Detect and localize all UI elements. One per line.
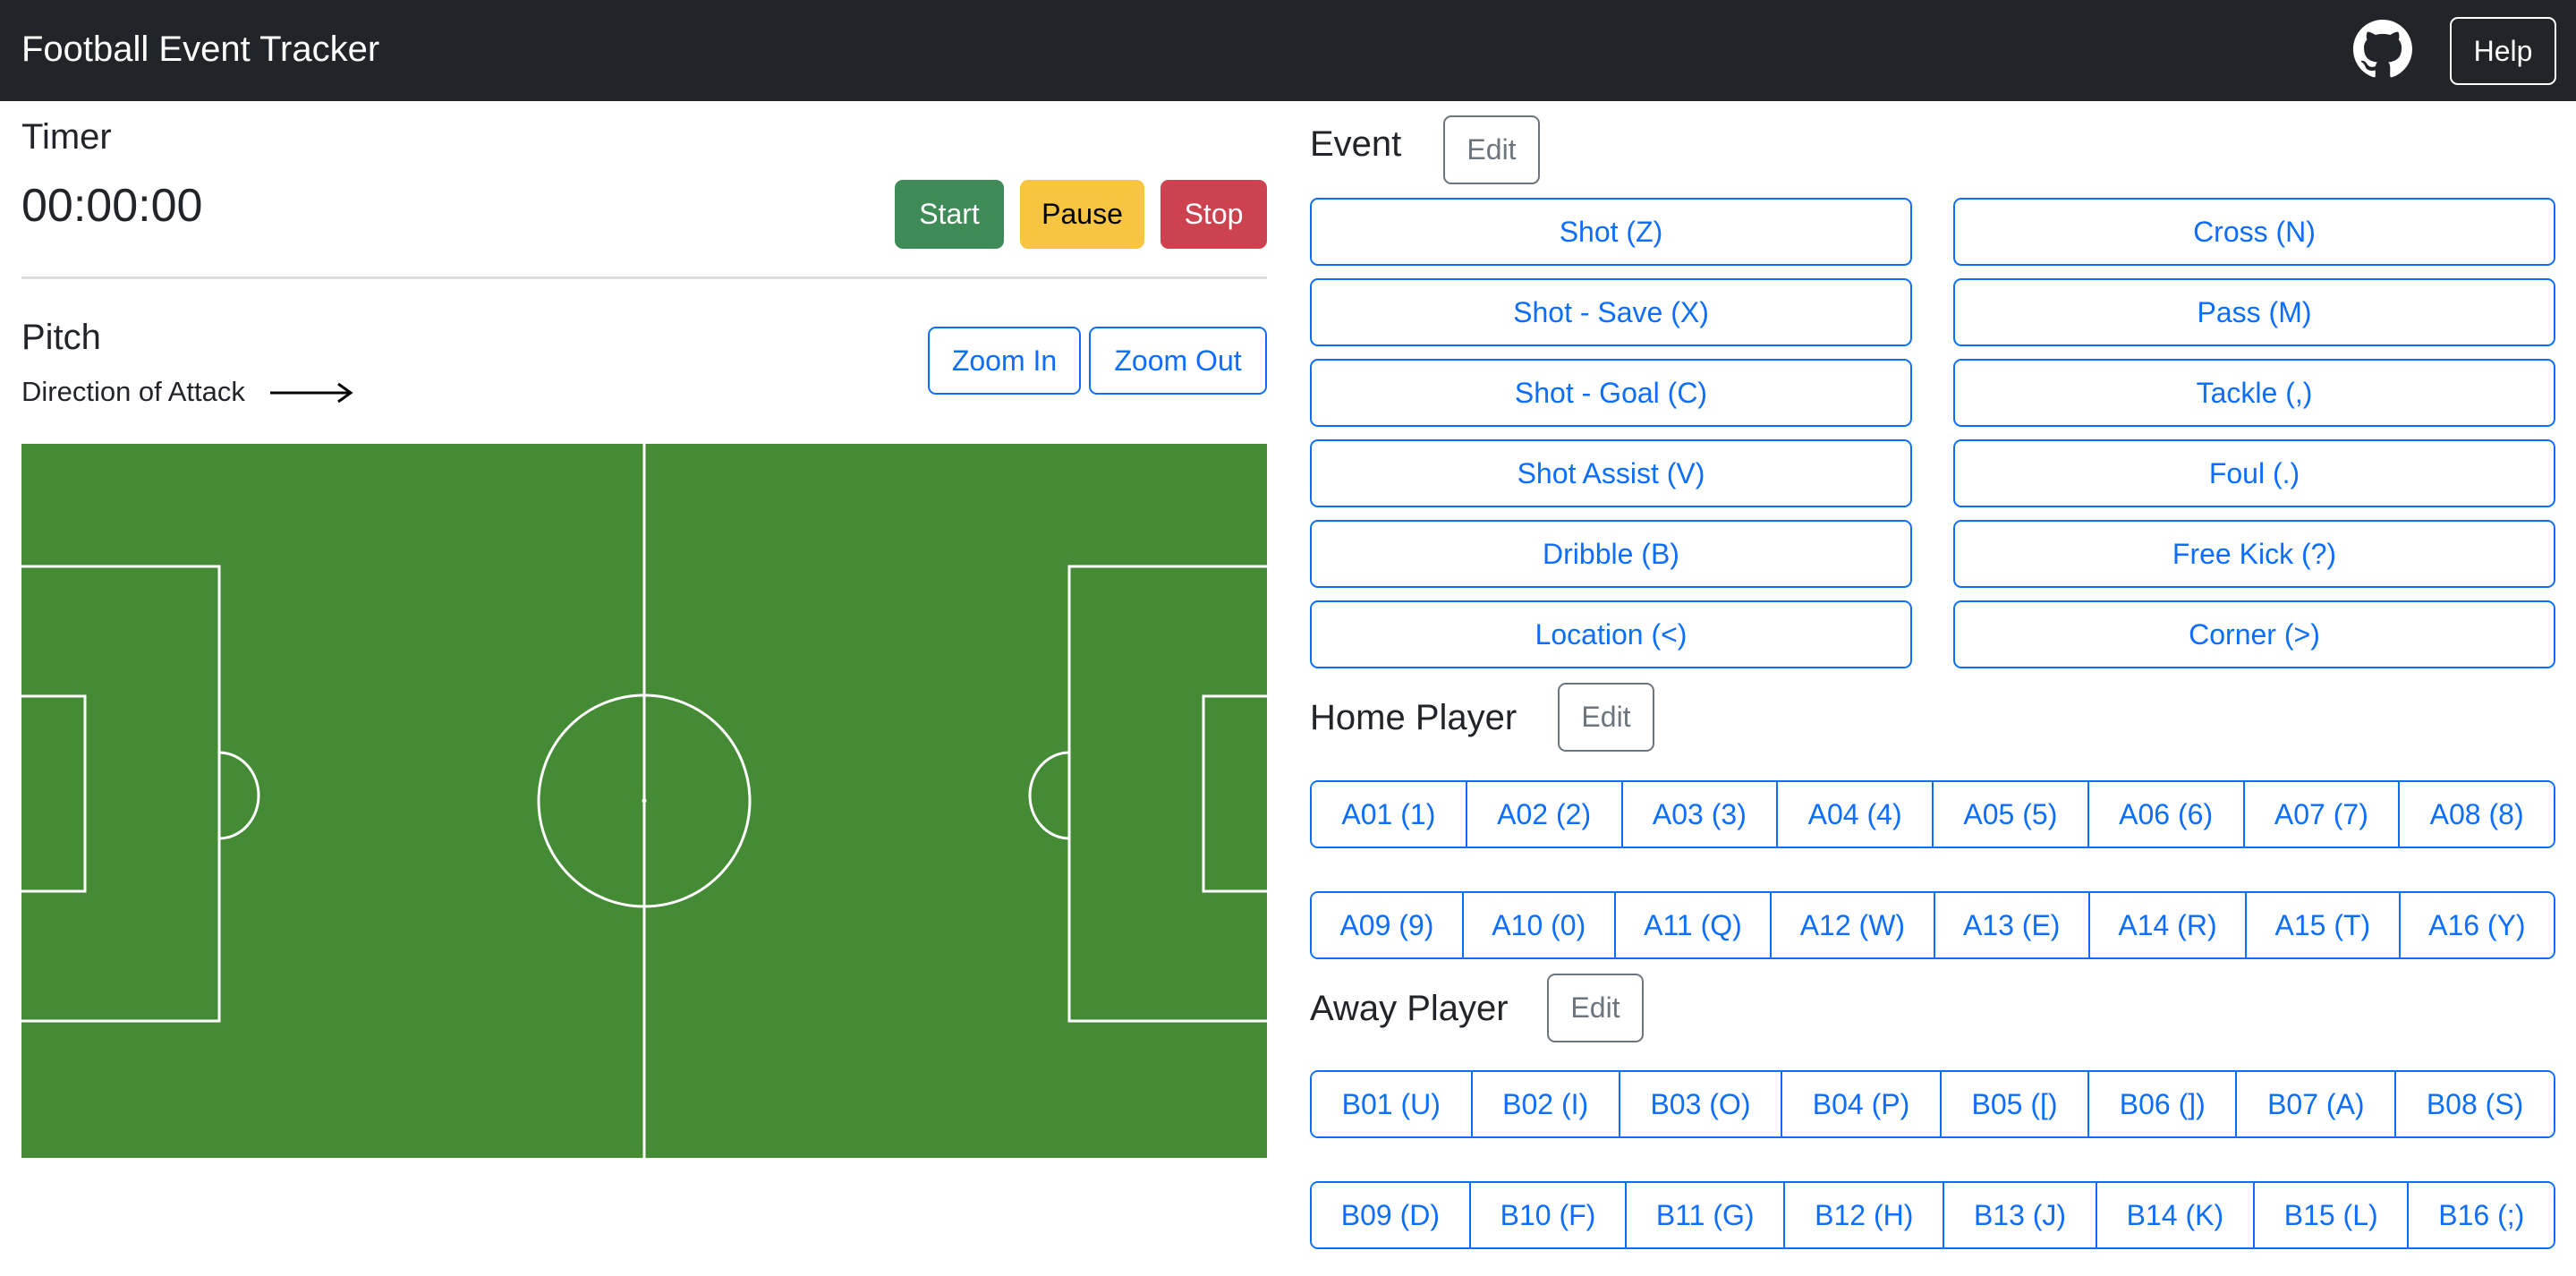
event-button[interactable]: Shot Assist (V) (1310, 439, 1912, 507)
away-player-button[interactable]: B16 (;) (2407, 1183, 2554, 1247)
away-player-heading: Away Player (1310, 989, 1509, 1028)
home-player-button[interactable]: A16 (Y) (2398, 893, 2554, 957)
away-player-button[interactable]: B07 (A) (2235, 1072, 2395, 1136)
home-edit-button[interactable]: Edit (1558, 683, 1654, 752)
help-button[interactable]: Help (2450, 17, 2556, 85)
away-player-button[interactable]: B01 (U) (1312, 1072, 1471, 1136)
timer-heading: Timer (21, 117, 112, 157)
navbar: Football Event Tracker Help (0, 0, 2576, 101)
direction-of-attack-label: Direction of Attack (21, 376, 245, 407)
home-player-group: A09 (9) A10 (0) A11 (Q) A12 (W) A13 (E) A14 (… (1310, 891, 2555, 959)
arrow-right-icon (270, 382, 353, 404)
event-button[interactable]: Tackle (,) (1953, 359, 2555, 427)
event-button[interactable]: Shot - Goal (C) (1310, 359, 1912, 427)
home-player-button[interactable]: A01 (1) (1312, 782, 1466, 846)
away-edit-button[interactable]: Edit (1547, 974, 1644, 1042)
pitch-canvas[interactable] (21, 444, 1267, 1158)
home-player-button[interactable]: A05 (5) (1932, 782, 2087, 846)
home-player-button[interactable]: A07 (7) (2242, 782, 2399, 846)
stop-button[interactable]: Stop (1160, 180, 1267, 249)
divider (21, 276, 1267, 279)
home-player-button[interactable]: A03 (3) (1620, 782, 1777, 846)
pause-button[interactable]: Pause (1020, 180, 1144, 249)
away-player-button[interactable]: B04 (P) (1781, 1072, 1940, 1136)
away-player-button[interactable]: B06 (]) (2087, 1072, 2236, 1136)
home-player-button[interactable]: A10 (0) (1461, 893, 1614, 957)
center-spot (642, 798, 647, 804)
timer-display: 00:00:00 (21, 180, 203, 232)
away-player-button[interactable]: B02 (I) (1470, 1072, 1619, 1136)
home-player-button[interactable]: A02 (2) (1465, 782, 1621, 846)
event-button[interactable]: Dribble (B) (1310, 520, 1912, 588)
away-player-button[interactable]: B05 ([) (1939, 1072, 2088, 1136)
github-icon[interactable] (2353, 20, 2412, 79)
event-button[interactable]: Cross (N) (1953, 198, 2555, 266)
home-player-heading: Home Player (1310, 698, 1518, 737)
away-player-button[interactable]: B09 (D) (1312, 1183, 1469, 1247)
event-button[interactable]: Pass (M) (1953, 278, 2555, 346)
home-player-button[interactable]: A08 (8) (2398, 782, 2554, 846)
home-player-button[interactable]: A15 (T) (2245, 893, 2399, 957)
away-player-button[interactable]: B08 (S) (2394, 1072, 2554, 1136)
event-button[interactable]: Corner (>) (1953, 600, 2555, 668)
event-button[interactable]: Location (<) (1310, 600, 1912, 668)
home-player-button[interactable]: A06 (6) (2087, 782, 2243, 846)
event-button[interactable]: Shot (Z) (1310, 198, 1912, 266)
away-player-button[interactable]: B13 (J) (1943, 1183, 2096, 1247)
event-button[interactable]: Foul (.) (1953, 439, 2555, 507)
away-player-group: B09 (D) B10 (F) B11 (G) B12 (H) B13 (J) B14 (… (1310, 1181, 2555, 1249)
away-player-group: B01 (U) B02 (I) B03 (O) B04 (P) B05 ([) B06 (… (1310, 1070, 2555, 1138)
home-player-button[interactable]: A12 (W) (1770, 893, 1934, 957)
event-button[interactable]: Free Kick (?) (1953, 520, 2555, 588)
away-player-button[interactable]: B11 (G) (1625, 1183, 1784, 1247)
pitch-heading: Pitch (21, 318, 101, 357)
home-player-button[interactable]: A14 (R) (2087, 893, 2246, 957)
app-title[interactable]: Football Event Tracker (21, 27, 379, 72)
start-button[interactable]: Start (895, 180, 1004, 249)
zoom-out-button[interactable]: Zoom Out (1089, 327, 1267, 395)
away-player-button[interactable]: B12 (H) (1783, 1183, 1943, 1247)
home-player-button[interactable]: A13 (E) (1933, 893, 2088, 957)
event-edit-button[interactable]: Edit (1443, 115, 1540, 184)
away-player-button[interactable]: B10 (F) (1468, 1183, 1626, 1247)
event-heading: Event (1310, 124, 1402, 164)
away-player-button[interactable]: B15 (L) (2252, 1183, 2408, 1247)
home-player-button[interactable]: A04 (4) (1776, 782, 1932, 846)
home-player-button[interactable]: A11 (Q) (1613, 893, 1771, 957)
away-player-button[interactable]: B03 (O) (1618, 1072, 1781, 1136)
away-player-button[interactable]: B14 (K) (2095, 1183, 2253, 1247)
home-player-group: A01 (1) A02 (2) A03 (3) A04 (4) A05 (5) A06 (… (1310, 780, 2555, 848)
event-button[interactable]: Shot - Save (X) (1310, 278, 1912, 346)
zoom-in-button[interactable]: Zoom In (928, 327, 1081, 395)
home-player-button[interactable]: A09 (9) (1312, 893, 1462, 957)
